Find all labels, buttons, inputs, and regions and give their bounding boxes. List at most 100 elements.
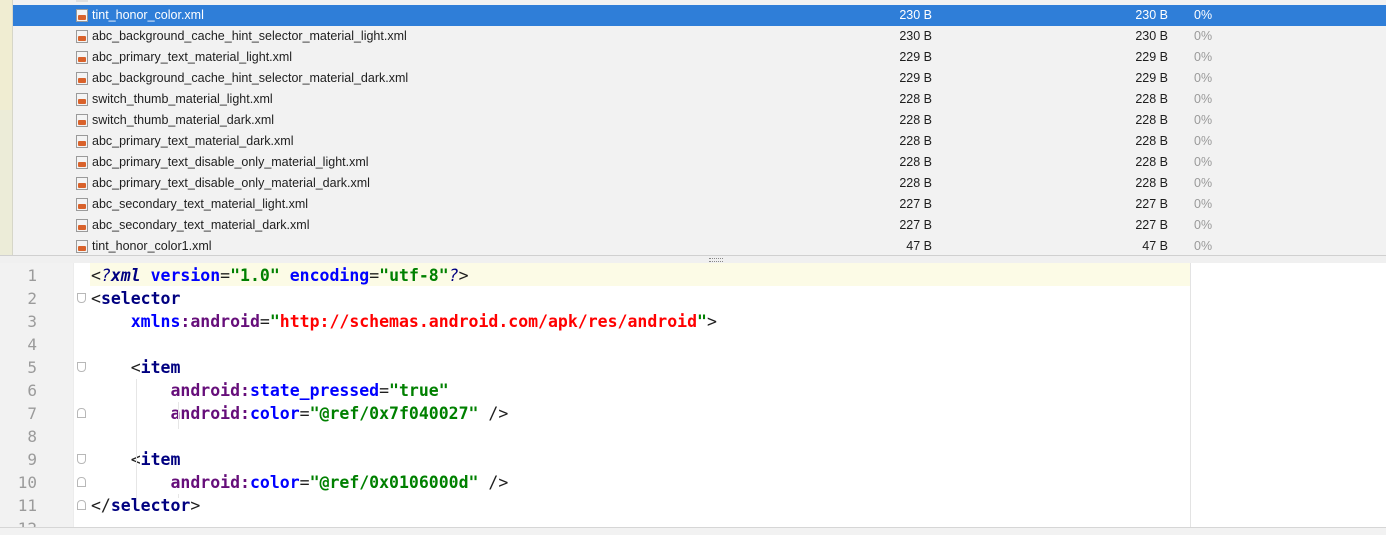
file-row[interactable]: abc_secondary_text_material_dark.xml 227 … [13, 215, 1386, 236]
fold-end-icon[interactable] [77, 477, 86, 487]
code-text: xmlns:android="http://schemas.android.co… [91, 310, 717, 333]
code-token: selector [110, 496, 191, 515]
fold-end-icon[interactable] [77, 408, 86, 418]
fold-end-icon[interactable] [77, 500, 86, 510]
code-text: <?xml version="1.0" encoding="utf-8"?> [91, 264, 469, 287]
line-number: 6 [27, 381, 37, 400]
code-editor[interactable]: 1 <?xml version="1.0" encoding="utf-8"?> 2… [0, 263, 1386, 527]
line-number: 5 [27, 358, 37, 377]
file-row[interactable]: tint_honor_color1.xml 47 B 47 B 0% [13, 236, 1386, 256]
code-line: 3 xmlns:android="http://schemas.android.… [0, 310, 1190, 333]
xml-file-icon [76, 219, 88, 232]
code-token: = [259, 312, 270, 331]
code-token: = [299, 404, 310, 423]
line-number: 8 [27, 427, 37, 446]
file-row[interactable]: tint_honor_color.xml 230 B 230 B 0% [13, 5, 1386, 26]
file-packed-size: 228 B [1135, 134, 1168, 148]
code-text: android:color="@ref/0x0106000d" /> [91, 471, 508, 494]
file-row[interactable]: switch_thumb_material_light.xml 228 B 228 … [13, 89, 1386, 110]
file-packed-size: 229 B [1135, 71, 1168, 85]
code-text: <item [91, 356, 181, 379]
fold-collapse-icon[interactable] [77, 362, 86, 372]
file-packed-size: 229 B [1135, 50, 1168, 64]
file-size: 229 B [899, 50, 932, 64]
file-name: tint_honor_color.xml [92, 8, 204, 22]
code-token: = [369, 266, 380, 285]
xml-file-icon [76, 51, 88, 64]
file-name: switch_thumb_material_light.xml [92, 92, 273, 106]
indent-guide [136, 379, 137, 498]
fold-collapse-icon[interactable] [77, 454, 86, 464]
file-packed-size: 230 B [1135, 8, 1168, 22]
code-line: 1 <?xml version="1.0" encoding="utf-8"?> [0, 264, 1190, 287]
code-text: </selector> [91, 494, 200, 517]
file-row[interactable]: abc_primary_text_disable_only_material_l… [13, 152, 1386, 173]
code-token: android: [170, 473, 250, 492]
file-name: switch_thumb_material_dark.xml [92, 113, 275, 127]
file-ratio: 0% [1194, 155, 1213, 169]
file-size: 228 B [899, 92, 932, 106]
file-row[interactable]: switch_thumb_material_dark.xml 228 B 228 B… [13, 110, 1386, 131]
file-packed-size: 228 B [1135, 113, 1168, 127]
file-row[interactable]: abc_secondary_text_material_light.xml 227… [13, 194, 1386, 215]
code-token: > [706, 312, 717, 331]
code-text: <selector [91, 287, 180, 310]
file-ratio: 0% [1194, 176, 1213, 190]
file-name: abc_background_cache_hint_selector_mater… [92, 29, 407, 43]
file-packed-size: 228 B [1135, 176, 1168, 190]
line-number: 12 [0, 517, 37, 527]
code-token: "utf-8" [379, 266, 449, 285]
file-ratio: 0% [1194, 218, 1213, 232]
partial-row [13, 0, 1386, 4]
code-token: http://schemas.android.com/apk/res/andro… [279, 312, 698, 331]
file-row[interactable]: abc_primary_text_disable_only_material_d… [13, 173, 1386, 194]
code-token: android: [170, 404, 250, 423]
file-size: 230 B [899, 29, 932, 43]
file-row[interactable]: abc_primary_text_material_dark.xml 228 B 2… [13, 131, 1386, 152]
code-token: xmlns [130, 312, 181, 331]
line-number: 2 [27, 289, 37, 308]
fold-collapse-icon[interactable] [77, 293, 86, 303]
code-token: :android [180, 312, 260, 331]
code-token: = [220, 266, 231, 285]
code-token: </ [91, 496, 111, 515]
file-ratio: 0% [1194, 113, 1213, 127]
code-token: version [150, 266, 221, 285]
xml-file-icon [76, 93, 88, 106]
code-token: "@ref/0x7f040027" [309, 404, 479, 423]
bottom-scrollbar[interactable] [0, 527, 1386, 535]
code-token: /> [478, 473, 509, 492]
file-ratio: 0% [1194, 50, 1213, 64]
file-name: abc_primary_text_material_light.xml [92, 50, 293, 64]
right-margin-line [1190, 263, 1191, 527]
file-name: tint_honor_color1.xml [92, 239, 212, 253]
file-row[interactable]: abc_background_cache_hint_selector_mater… [13, 68, 1386, 89]
file-row[interactable]: abc_primary_text_material_light.xml 229 B… [13, 47, 1386, 68]
code-token: " [269, 312, 280, 331]
xml-file-icon [76, 135, 88, 148]
code-line: 5 <item [0, 356, 1190, 379]
xml-file-icon [76, 114, 88, 127]
line-number: 10 [17, 473, 37, 492]
file-size: 230 B [899, 8, 932, 22]
xml-file-icon [76, 9, 88, 22]
code-token: ? [448, 266, 459, 285]
file-size: 227 B [899, 197, 932, 211]
code-token: > [458, 266, 469, 285]
file-packed-size: 228 B [1135, 155, 1168, 169]
file-list-panel: tint_honor_color.xml 230 B 230 B 0% abc_back… [0, 0, 1386, 256]
file-row[interactable]: abc_background_cache_hint_selector_mater… [13, 26, 1386, 47]
xml-file-icon [76, 198, 88, 211]
file-size: 228 B [899, 155, 932, 169]
code-line: 2 <selector [0, 287, 1190, 310]
file-ratio: 0% [1194, 71, 1213, 85]
file-size: 229 B [899, 71, 932, 85]
line-number: 11 [17, 496, 37, 515]
file-packed-size: 230 B [1135, 29, 1168, 43]
left-gutter [0, 0, 13, 256]
xml-file-icon [76, 240, 88, 253]
code-line: 9 <item [0, 448, 1190, 471]
line-number: 9 [27, 450, 37, 469]
